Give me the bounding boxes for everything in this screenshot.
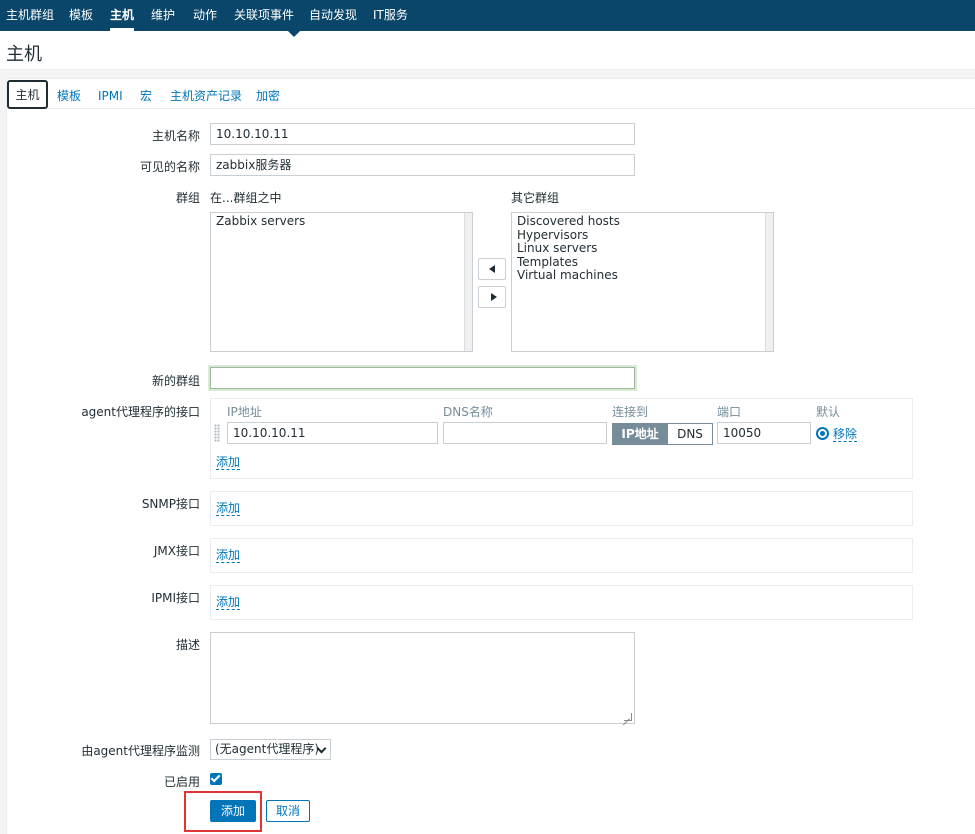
in-groups-label: 在...群组之中 [210,191,282,205]
description-label: 描述 [175,638,200,652]
list-item[interactable]: Virtual machines [517,269,768,283]
add-snmp-interface-link[interactable]: 添加 [216,501,241,516]
nav-actions[interactable]: 动作 [193,0,217,31]
hostname-label: 主机名称 [151,129,200,143]
tab-ipmi[interactable]: IPMI [98,88,123,104]
enabled-label: 已启用 [163,775,200,789]
other-groups-label: 其它群组 [511,191,560,205]
connect-ip-toggle[interactable]: IP地址 [612,423,668,445]
list-item[interactable]: Zabbix servers [216,214,467,229]
scrollbar[interactable] [464,213,472,351]
nav-hosts[interactable]: 主机 [110,0,134,31]
snmp-interfaces-box [210,491,913,526]
tab-macros[interactable]: 宏 [140,88,152,104]
arrow-right-icon [491,293,497,301]
monitored-by-label: 由agent代理程序监测 [81,744,200,758]
in-groups-list[interactable]: Zabbix servers [210,212,473,352]
tab-inventory[interactable]: 主机资产记录 [170,88,242,104]
add-jmx-interface-link[interactable]: 添加 [216,548,241,563]
divider [48,108,975,109]
col-port: 端口 [717,405,742,419]
interface-dns-input[interactable] [443,422,607,444]
jmx-interfaces-box [210,538,913,573]
add-ipmi-interface-link[interactable]: 添加 [216,595,241,610]
move-left-button[interactable] [478,258,506,280]
description-textarea[interactable] [210,632,635,724]
connect-dns-toggle[interactable]: DNS [667,423,713,445]
interface-port-input[interactable]: 10050 [717,422,811,444]
new-group-input[interactable] [210,367,635,389]
nav-event-correlation[interactable]: 关联项事件 [234,0,294,31]
new-group-label: 新的群组 [151,374,200,388]
proxy-select-value: (无agent代理程序) [215,742,320,756]
visible-name-input[interactable]: zabbix服务器 [210,154,635,176]
default-interface-radio[interactable] [816,427,829,440]
tab-encryption[interactable]: 加密 [256,88,280,104]
nav-templates[interactable]: 模板 [69,0,93,31]
other-groups-list[interactable]: Discovered hosts Hypervisors Linux serve… [511,212,774,352]
ipmi-interfaces-box [210,585,913,620]
top-navigation: 主机群组 模板 主机 维护 动作 关联项事件 自动发现 IT服务 [0,0,975,37]
tab-host[interactable]: 主机 [7,80,48,109]
add-button[interactable]: 添加 [210,800,256,822]
resize-grip-icon[interactable] [624,713,632,721]
list-item[interactable]: Hypervisors [517,228,768,243]
list-item[interactable]: Discovered hosts [517,214,768,229]
visible-name-label: 可见的名称 [139,160,200,174]
nav-caret-icon [288,31,300,37]
snmp-label: SNMP接口 [141,497,200,511]
nav-it-services[interactable]: IT服务 [373,0,408,31]
nav-host-groups[interactable]: 主机群组 [6,0,54,31]
col-connect: 连接到 [612,405,649,419]
nav-discovery[interactable]: 自动发现 [309,0,357,31]
ipmi-label: IPMI接口 [151,591,200,605]
nav-maintenance[interactable]: 维护 [151,0,175,31]
remove-interface-link[interactable]: 移除 [833,427,858,442]
list-item[interactable]: Templates [517,255,768,270]
interface-ip-input[interactable]: 10.10.10.11 [227,422,438,444]
col-dns: DNS名称 [443,405,493,419]
tab-templates[interactable]: 模板 [57,88,81,104]
enabled-checkbox[interactable] [210,773,222,785]
proxy-select[interactable]: (无agent代理程序) [210,739,331,760]
jmx-label: JMX接口 [153,544,200,558]
scrollbar[interactable] [765,213,773,351]
cancel-button[interactable]: 取消 [266,800,310,822]
col-default: 默认 [816,405,841,419]
groups-label: 群组 [175,191,200,205]
col-ip: IP地址 [227,405,262,419]
drag-handle-icon[interactable] [214,424,220,442]
hostname-input[interactable]: 10.10.10.11 [210,123,635,145]
nav-active-indicator [110,28,134,31]
add-agent-interface-link[interactable]: 添加 [216,455,241,470]
move-right-button[interactable] [478,286,506,308]
page-title: 主机 [6,44,42,65]
list-item[interactable]: Linux servers [517,242,768,256]
agent-interfaces-label: agent代理程序的接口 [81,405,200,419]
arrow-left-icon [489,265,495,273]
